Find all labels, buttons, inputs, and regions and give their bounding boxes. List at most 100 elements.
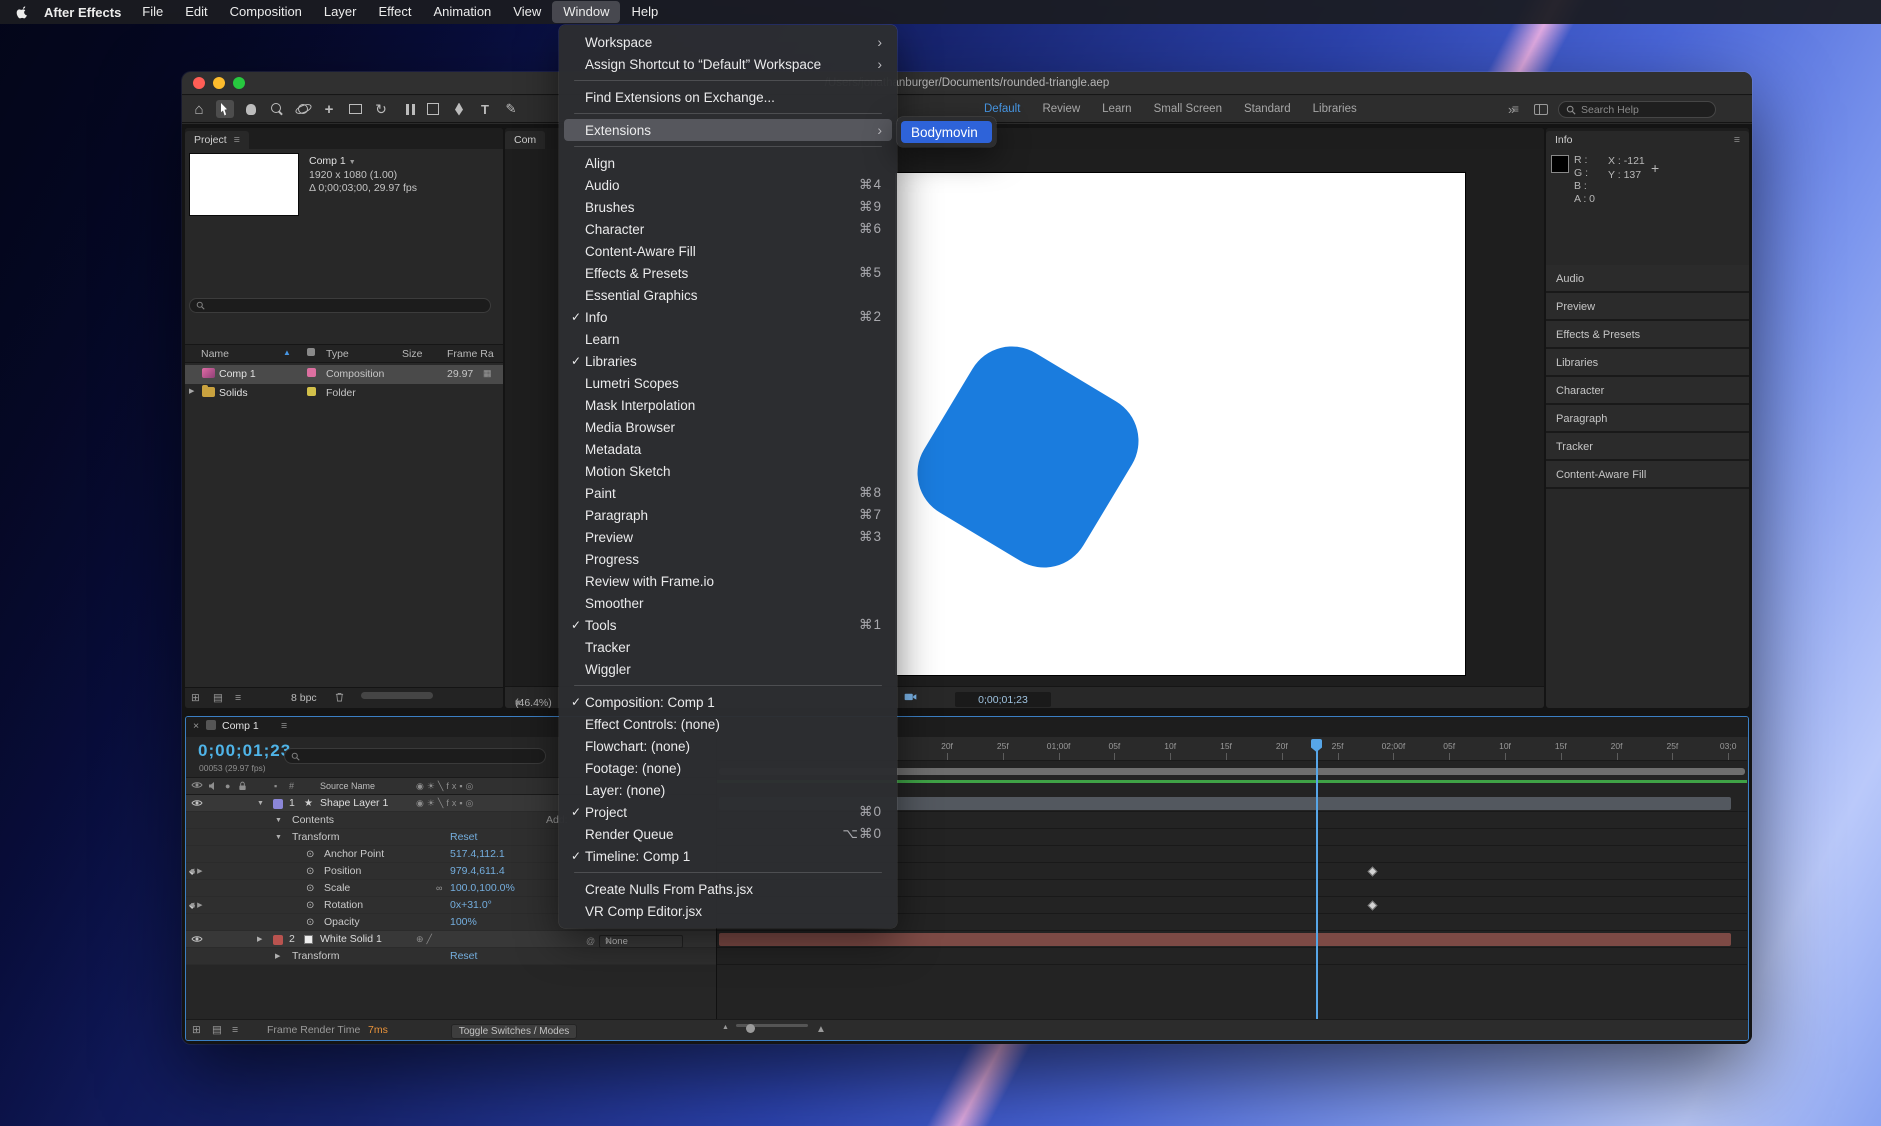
menu-item[interactable] [574, 113, 882, 114]
keyframe-diamond[interactable] [1368, 901, 1378, 911]
label-column-icon[interactable]: ▪ [274, 781, 277, 791]
menu-item[interactable]: VR Comp Editor.jsx [564, 900, 892, 922]
panel-layout-icon[interactable] [1534, 104, 1548, 115]
twirl-icon[interactable]: ▼ [257, 795, 264, 812]
sort-asc-icon[interactable]: ▲ [283, 348, 291, 357]
menu-item[interactable]: Tracker [564, 636, 892, 658]
info-tab[interactable]: Info ≡ [1546, 131, 1749, 149]
column-type[interactable]: Type [326, 348, 349, 360]
source-name-column[interactable]: Source Name [320, 781, 375, 791]
twirl-icon[interactable]: ▼ [275, 829, 282, 846]
stopwatch-icon[interactable]: ⊙ [306, 846, 314, 863]
toggle-switches-button[interactable]: Toggle Switches / Modes [451, 1024, 577, 1039]
workspace-tab[interactable]: Libraries [1313, 103, 1357, 115]
row-name[interactable]: Anchor Point [324, 846, 384, 863]
preview-timecode[interactable]: 0;00;01;23 [955, 692, 1051, 707]
menu-item[interactable]: Smoother [564, 592, 892, 614]
menu-item[interactable]: ✓ Composition: Comp 1 [564, 691, 892, 713]
project-tab[interactable]: Project ≡ [185, 131, 249, 149]
solo-column-icon[interactable]: ● [225, 781, 230, 791]
menu-item[interactable]: Layer: (none) [564, 779, 892, 801]
workspace-tab[interactable]: Standard [1244, 103, 1291, 115]
zoom-in-icon[interactable]: ▲ [816, 1024, 826, 1035]
project-search[interactable] [189, 298, 491, 313]
eye-column-icon[interactable] [191, 781, 203, 789]
menubar-item[interactable]: Layer [313, 1, 368, 23]
layer-duration-bar[interactable] [719, 933, 1731, 946]
timeline-footer-icon-3[interactable]: ≡ [232, 1024, 238, 1036]
lock-column-icon[interactable] [238, 781, 247, 791]
stopwatch-icon[interactable]: ⊙ [306, 880, 314, 897]
menubar-item[interactable]: Window [552, 1, 620, 23]
stopwatch-icon[interactable]: ⊙ [306, 863, 314, 880]
property-value[interactable]: Reset [450, 948, 477, 965]
menu-item[interactable] [574, 80, 882, 81]
app-menu-title[interactable]: After Effects [34, 5, 131, 20]
menu-item[interactable]: Content-Aware Fill [564, 240, 892, 262]
timeline-row[interactable]: ▶ 2 White Solid 1 ⊕╱ @None▾ [186, 931, 716, 948]
layer-switches[interactable]: ⊕╱ [416, 931, 435, 948]
layer-switches[interactable]: ◉☀╲fx▪◎ [416, 795, 476, 812]
help-search[interactable] [1558, 101, 1716, 118]
collapsed-panel-tab[interactable]: Character [1546, 377, 1749, 405]
menu-item[interactable] [574, 872, 882, 873]
property-value[interactable]: Reset [450, 829, 477, 846]
menu-item[interactable]: Review with Frame.io [564, 570, 892, 592]
new-folder-icon[interactable]: ▤ [213, 692, 223, 704]
menu-item[interactable] [574, 146, 882, 147]
twirl-icon[interactable]: ▶ [257, 931, 262, 948]
menu-item[interactable]: Progress [564, 548, 892, 570]
menu-item[interactable]: Character ⌘6 [564, 218, 892, 240]
collapsed-panel-tab[interactable]: Preview [1546, 293, 1749, 321]
switches-column-icons[interactable]: ◉☀╲fx▪◎ [416, 781, 476, 792]
rounded-rectangle-shape[interactable] [900, 329, 1155, 584]
row-name[interactable]: Scale [324, 880, 350, 897]
menu-item[interactable]: Align [564, 152, 892, 174]
property-value[interactable]: 0x+31.0° [450, 897, 492, 914]
menu-item[interactable]: Workspace › [564, 31, 892, 53]
tool-icon[interactable] [190, 100, 208, 118]
menu-item[interactable]: ✓ Libraries [564, 350, 892, 372]
tool-icon[interactable] [320, 100, 338, 118]
timeline-footer-icon-2[interactable]: ▤ [212, 1024, 222, 1036]
tool-icon[interactable] [346, 100, 364, 118]
new-comp-icon[interactable]: ≡ [235, 692, 241, 704]
link-dimensions-icon[interactable]: ∞ [436, 880, 442, 897]
collapsed-panel-tab[interactable]: Effects & Presets [1546, 321, 1749, 349]
label-color-chip[interactable] [307, 387, 316, 396]
menu-item[interactable]: Brushes ⌘9 [564, 196, 892, 218]
menu-item[interactable]: ✓ Info ⌘2 [564, 306, 892, 328]
composition-tab[interactable]: Com [505, 131, 545, 149]
workspace-tab[interactable]: Learn [1102, 103, 1131, 115]
column-framerate[interactable]: Frame Ra [447, 348, 494, 360]
label-column-icon[interactable] [307, 348, 315, 356]
twirl-icon[interactable]: ▼ [275, 812, 282, 829]
stopwatch-icon[interactable]: ⊙ [306, 914, 314, 931]
comp-name[interactable]: Comp 1 [309, 155, 346, 167]
workspace-tab[interactable]: Default [984, 103, 1020, 115]
property-value[interactable]: 100% [450, 914, 477, 931]
menu-item[interactable]: Essential Graphics [564, 284, 892, 306]
menu-item[interactable]: Extensions › [564, 119, 892, 141]
keyframe-navigator[interactable]: ◀◆▶ [189, 863, 197, 881]
menu-item[interactable]: Motion Sketch [564, 460, 892, 482]
interpret-footage-icon[interactable]: ⊞ [191, 692, 200, 704]
menu-item[interactable]: Preview ⌘3 [564, 526, 892, 548]
track-row[interactable] [717, 931, 1747, 948]
tool-icon[interactable] [424, 100, 442, 118]
menu-item[interactable]: Flowchart: (none) [564, 735, 892, 757]
zoom-slider-thumb[interactable] [746, 1024, 755, 1033]
audio-column-icon[interactable] [208, 781, 218, 791]
tool-icon[interactable] [502, 100, 520, 118]
workspace-tab[interactable]: Review [1042, 103, 1080, 115]
timeline-tab-label[interactable]: Comp 1 [222, 720, 259, 732]
submenu-item[interactable]: Bodymovin [901, 121, 992, 143]
track-row[interactable] [717, 948, 1747, 965]
current-time-indicator[interactable] [1316, 749, 1318, 1019]
tool-icon[interactable] [268, 100, 286, 118]
trash-icon[interactable] [335, 692, 344, 702]
stopwatch-icon[interactable]: ⊙ [306, 897, 314, 914]
layer-color-chip[interactable] [273, 799, 283, 809]
item-name[interactable]: Comp 1 [219, 368, 256, 380]
menubar-item[interactable]: Edit [174, 1, 218, 23]
